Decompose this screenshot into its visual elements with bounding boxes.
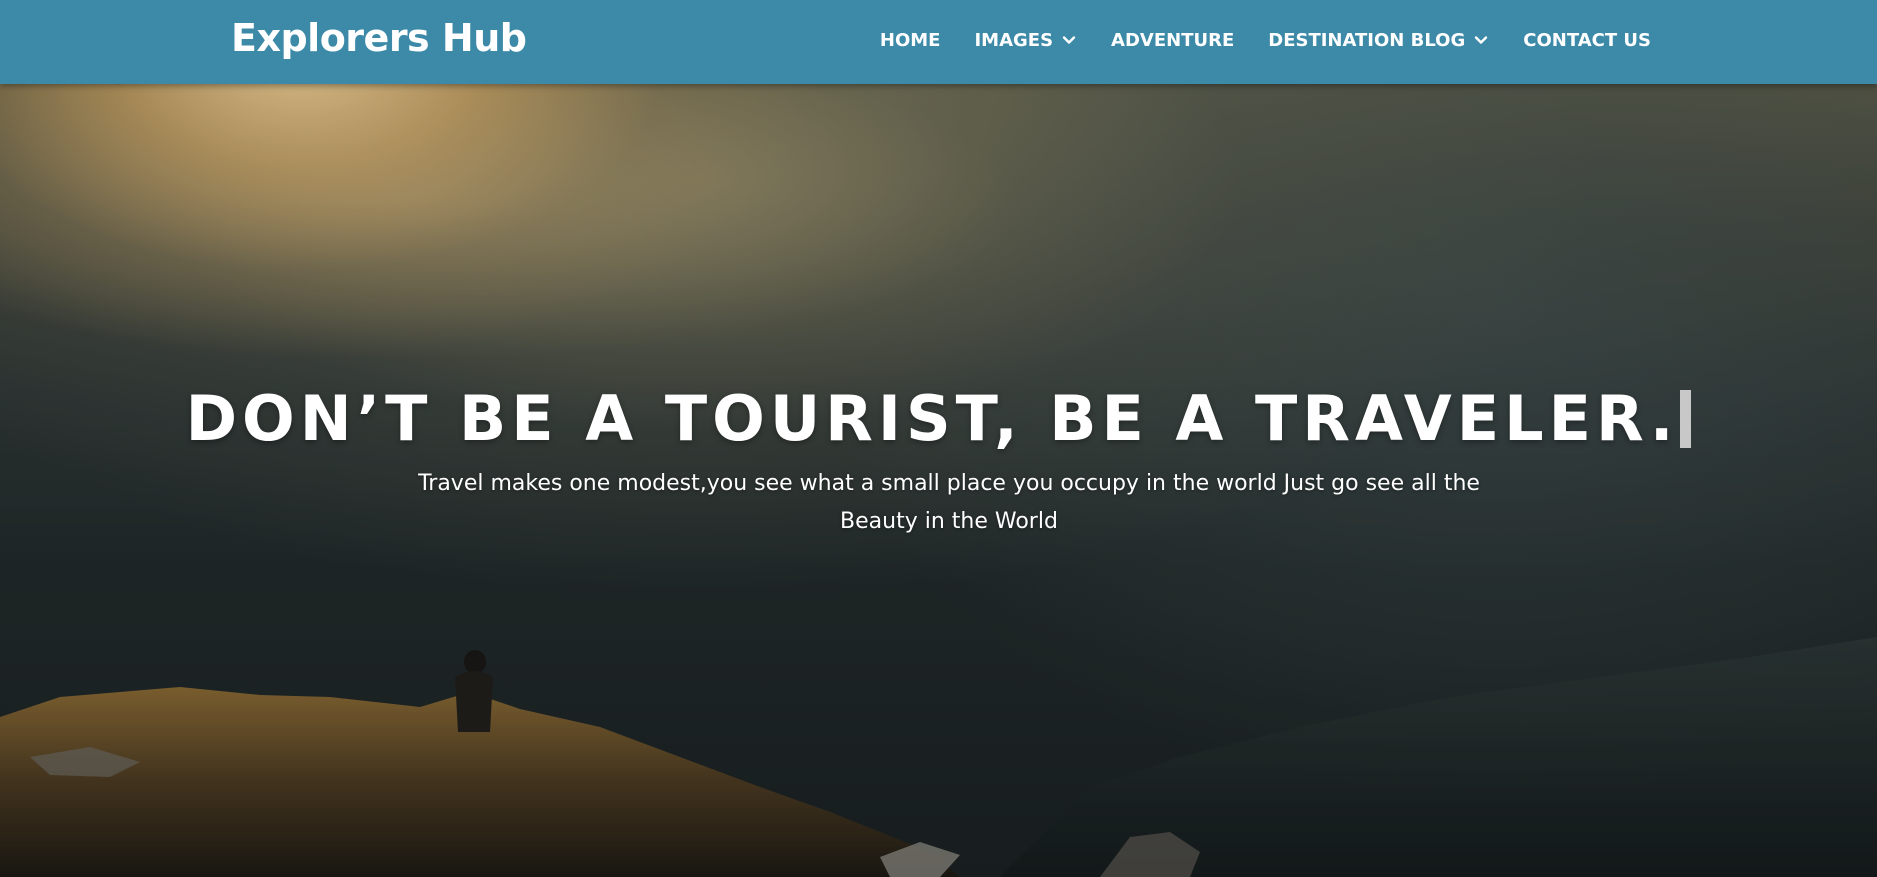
nav-item-images[interactable]: IMAGES <box>974 30 1077 51</box>
nav-item-contact-us[interactable]: CONTACT US <box>1523 30 1651 51</box>
brand-logo-link[interactable]: Explorers Hub <box>231 16 527 60</box>
page: DESTINY Explorers Hub HOME IMAGES ADVENT… <box>0 0 1877 877</box>
hero-subtext: Travel makes one modest,you see what a s… <box>418 471 1480 534</box>
chevron-down-icon <box>1475 36 1488 44</box>
nav-item-label: HOME <box>879 29 941 51</box>
hero-headline: DON’T BE A TOURIST, BE A TRAVELER. <box>0 382 1877 455</box>
nav-item-label: DESTINATION BLOG <box>1268 29 1466 51</box>
nav-item-home[interactable]: HOME <box>880 30 941 51</box>
nav-item-label: IMAGES <box>974 29 1054 51</box>
hero-headline-text: DON’T BE A TOURIST, BE A TRAVELER. <box>185 382 1679 455</box>
nav-item-label: ADVENTURE <box>1111 29 1235 51</box>
chevron-down-icon <box>1062 36 1076 44</box>
nav-item-destination-blog[interactable]: DESTINATION BLOG <box>1268 30 1489 51</box>
main-navigation: HOME IMAGES ADVENTURE DESTINATION BLOG C… <box>846 0 1651 80</box>
typing-cursor <box>1680 390 1692 448</box>
nav-item-adventure[interactable]: ADVENTURE <box>1111 30 1234 51</box>
nav-item-label: CONTACT US <box>1523 29 1651 51</box>
top-navbar: Explorers Hub HOME IMAGES ADVENTURE DEST… <box>0 0 1877 84</box>
